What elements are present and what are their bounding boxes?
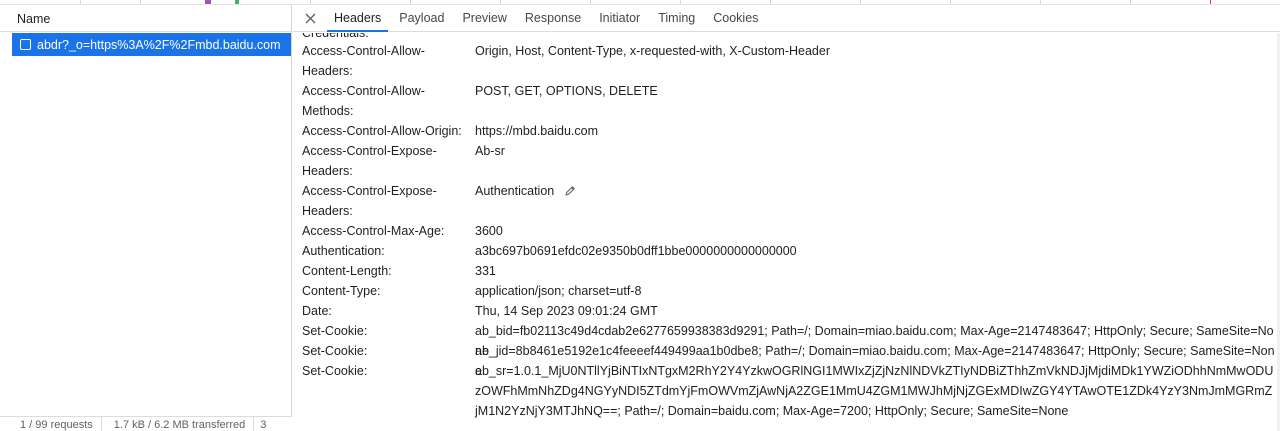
header-name: Set-Cookie: bbox=[302, 324, 368, 338]
header-value: POST, GET, OPTIONS, DELETE bbox=[475, 84, 658, 98]
header-value: Authentication bbox=[475, 181, 1275, 203]
header-value-text: Authentication bbox=[475, 184, 555, 198]
header-value: Origin, Host, Content-Type, x-requested-… bbox=[475, 44, 830, 58]
header-value: application/json; charset=utf-8 bbox=[475, 284, 642, 298]
tab-response[interactable]: Response bbox=[518, 5, 588, 31]
request-row-selected[interactable]: abdr?_o=https%3A%2F%2Fmbd.baidu.com bbox=[12, 33, 291, 56]
close-icon[interactable] bbox=[293, 5, 327, 31]
header-name: Access-Control-Expose-Headers: bbox=[302, 184, 437, 218]
header-name: Set-Cookie: bbox=[302, 364, 368, 378]
tab-preview[interactable]: Preview bbox=[455, 5, 513, 31]
request-count: 1 / 99 requests bbox=[0, 417, 102, 431]
transferred-size: 1.7 kB / 6.2 MB transferred bbox=[102, 417, 255, 431]
document-icon bbox=[20, 39, 31, 50]
header-value: ab_sr=1.0.1_MjU0NTllYjBiNTIxNTgxM2RhY2Y4… bbox=[475, 364, 1274, 418]
details-pane: Headers Payload Preview Response Initiat… bbox=[293, 5, 1280, 431]
header-value: Ab-sr bbox=[475, 144, 505, 158]
header-name: Set-Cookie: bbox=[302, 344, 368, 358]
response-headers: Credentials: Access-Control-Allow-Header… bbox=[302, 33, 1277, 431]
name-column-header[interactable]: Name bbox=[0, 5, 291, 32]
request-list-pane: Name abdr?_o=https%3A%2F%2Fmbd.baidu.com… bbox=[0, 5, 292, 431]
header-value: a3bc697b0691efdc02e9350b0dff1bbe00000000… bbox=[475, 244, 797, 258]
pencil-icon[interactable] bbox=[564, 183, 576, 203]
header-name: Access-Control-Allow-Origin: bbox=[302, 124, 462, 138]
header-name: Access-Control-Expose-Headers: bbox=[302, 144, 437, 178]
status-more: 3 bbox=[260, 419, 267, 431]
header-value: 331 bbox=[475, 264, 496, 278]
status-bar: 1 / 99 requests 1.7 kB / 6.2 MB transfer… bbox=[0, 416, 292, 431]
header-name: Content-Type: bbox=[302, 284, 381, 298]
tab-cookies[interactable]: Cookies bbox=[706, 5, 765, 31]
header-value: Thu, 14 Sep 2023 09:01:24 GMT bbox=[475, 304, 658, 318]
header-value: https://mbd.baidu.com bbox=[475, 124, 598, 138]
header-name: Content-Length: bbox=[302, 264, 392, 278]
header-value: 3600 bbox=[475, 224, 503, 238]
details-tab-bar: Headers Payload Preview Response Initiat… bbox=[293, 5, 1280, 32]
header-name: Authentication: bbox=[302, 244, 385, 258]
header-name: Access-Control-Allow-Methods: bbox=[302, 84, 425, 118]
header-name: Date: bbox=[302, 304, 332, 318]
tab-initiator[interactable]: Initiator bbox=[592, 5, 647, 31]
tab-timing[interactable]: Timing bbox=[651, 5, 702, 31]
header-name: Access-Control-Allow-Headers: bbox=[302, 44, 425, 78]
tab-headers[interactable]: Headers bbox=[327, 5, 389, 32]
header-name: Access-Control-Max-Age: bbox=[302, 224, 445, 238]
request-name: abdr?_o=https%3A%2F%2Fmbd.baidu.com bbox=[37, 37, 281, 52]
tab-payload[interactable]: Payload bbox=[392, 5, 451, 31]
